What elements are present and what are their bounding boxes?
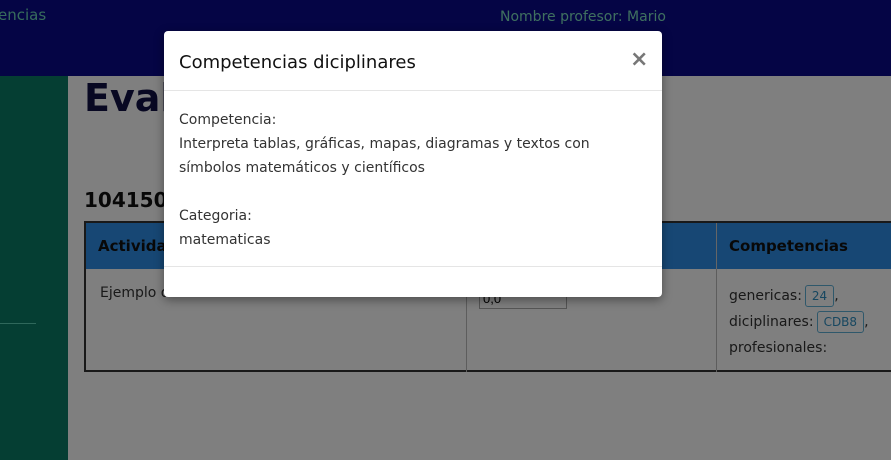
modal-body: Competencia: Interpreta tablas, gráficas… (179, 108, 647, 252)
modal-title: Competencias diciplinares (179, 52, 416, 73)
close-icon[interactable]: × (630, 47, 648, 72)
competencia-value: Interpreta tablas, gráficas, mapas, diag… (179, 136, 590, 176)
modal-header: Competencias diciplinares × (164, 31, 662, 91)
categoria-value: matematicas (179, 232, 271, 248)
modal-footer (164, 266, 662, 267)
competencia-label: Competencia: (179, 112, 277, 128)
competencias-modal: Competencias diciplinares × Competencia:… (164, 31, 662, 297)
categoria-label: Categoria: (179, 208, 252, 224)
